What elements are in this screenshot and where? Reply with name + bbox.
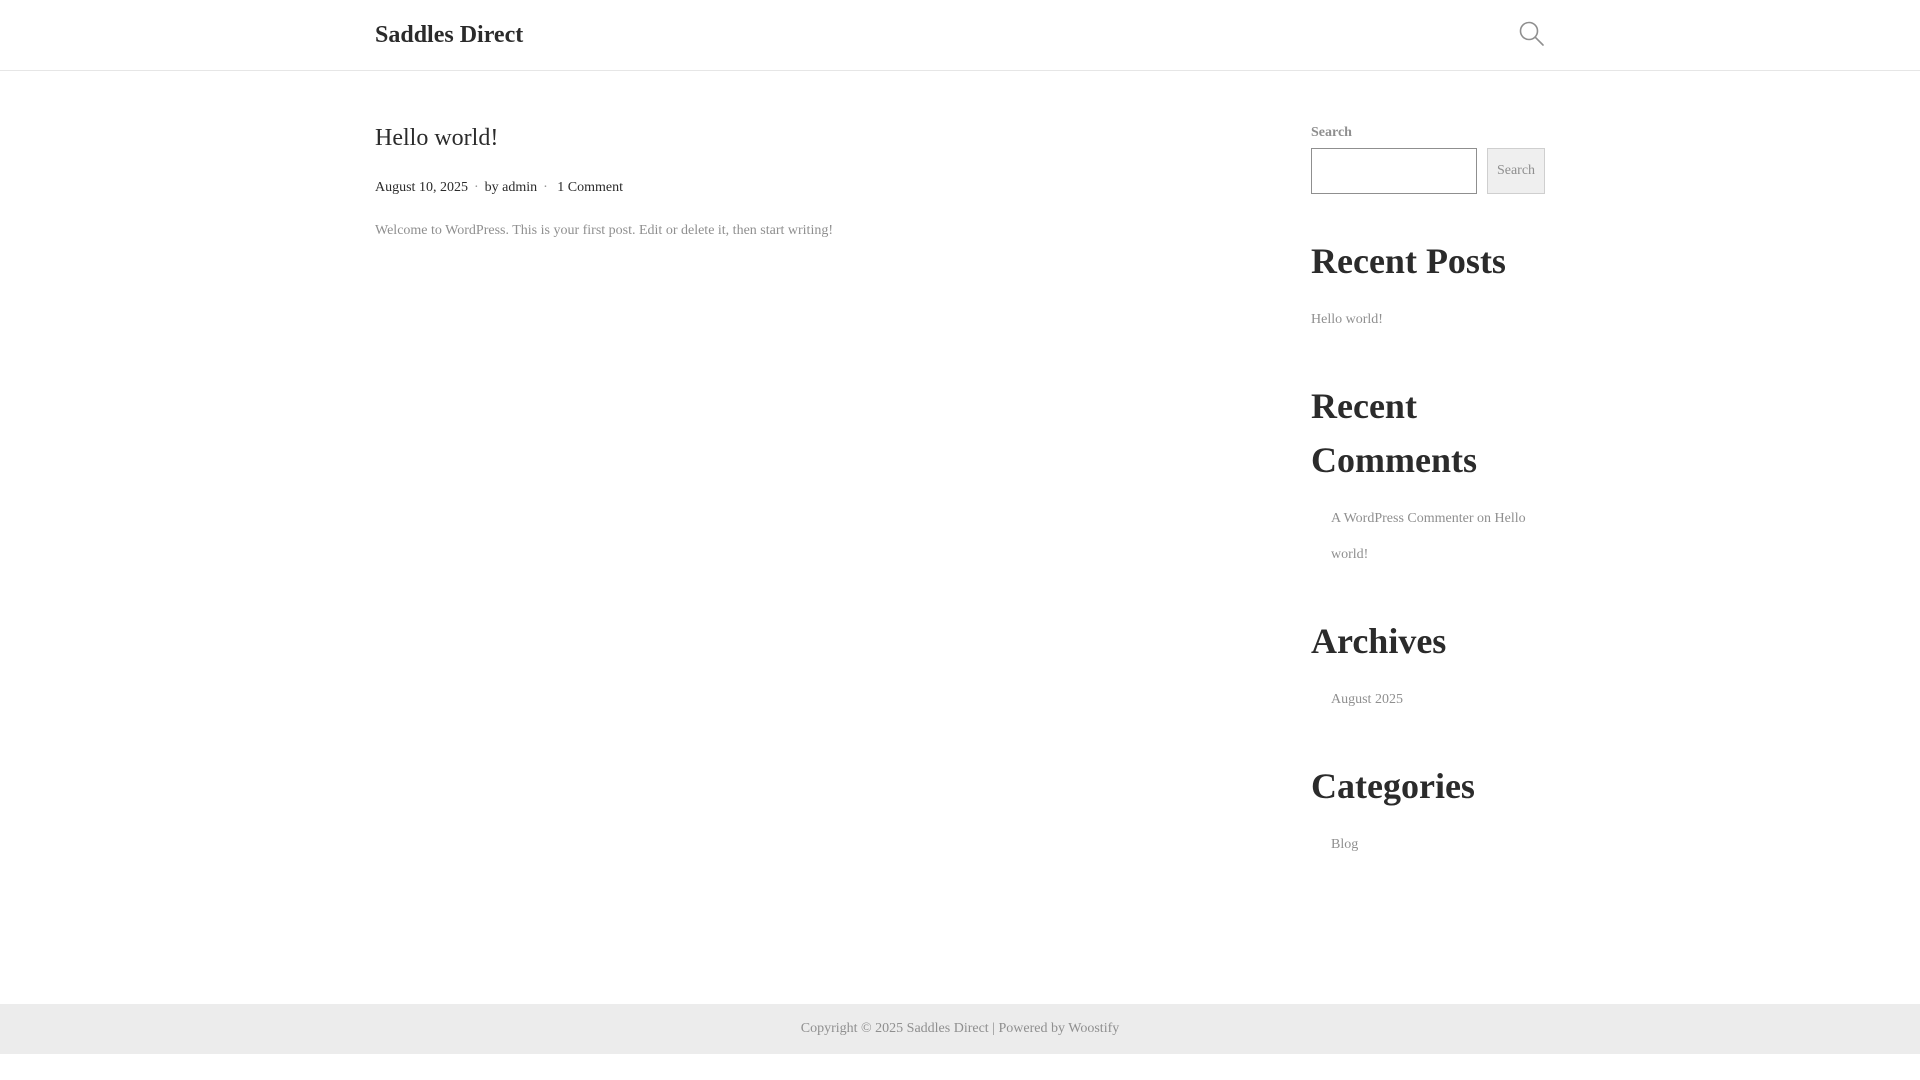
categories-title: Categories [1311,766,1475,806]
search-input[interactable] [1311,148,1477,194]
recent-comment-item: A WordPress Commenter on Hello world! [1331,501,1546,573]
post-excerpt: Welcome to WordPress. This is your first… [375,223,833,238]
author-prefix: by [484,180,499,195]
archives-title: Archives [1311,621,1447,661]
archive-link[interactable]: August 2025 [1331,682,1403,718]
post-meta: August 10, 2025 · by admin · 1 Comment [375,178,623,198]
recent-comments-title-line2: Comments [1311,440,1477,480]
recent-post-link[interactable]: Hello world! [1311,302,1383,338]
post-title[interactable]: Hello world! [375,122,498,154]
comment-author-link[interactable]: A WordPress Commenter [1331,511,1474,526]
comment-on-text: on [1477,511,1491,526]
category-link[interactable]: Blog [1331,827,1358,863]
meta-separator: · [473,180,479,195]
post-comments-link[interactable]: 1 Comment [557,180,623,195]
search-button[interactable]: Search [1487,148,1545,194]
recent-comments-title-line1: Recent [1311,386,1417,426]
post-date-link[interactable]: August 10, 2025 [375,180,468,195]
site-title-link[interactable]: Saddles Direct [375,20,523,50]
woostify-link[interactable]: Woostify [1068,1021,1119,1036]
site-footer: Copyright © 2025 Saddles Direct | Powere… [0,1004,1920,1054]
powered-by-text: Powered by [998,1021,1066,1036]
search-label: Search [1311,125,1352,140]
footer-divider: | [992,1021,996,1036]
footer-text: Copyright © 2025 Saddles Direct | Powere… [0,1020,1920,1038]
copyright-text: Copyright © 2025 Saddles Direct [800,1021,989,1036]
post-author-link[interactable]: admin [502,180,537,195]
recent-comments-title: Recent Comments [1311,379,1546,487]
recent-posts-title: Recent Posts [1311,241,1506,281]
site-header: Saddles Direct [0,0,1920,71]
search-icon[interactable] [1518,20,1546,48]
meta-separator: · [543,180,548,195]
